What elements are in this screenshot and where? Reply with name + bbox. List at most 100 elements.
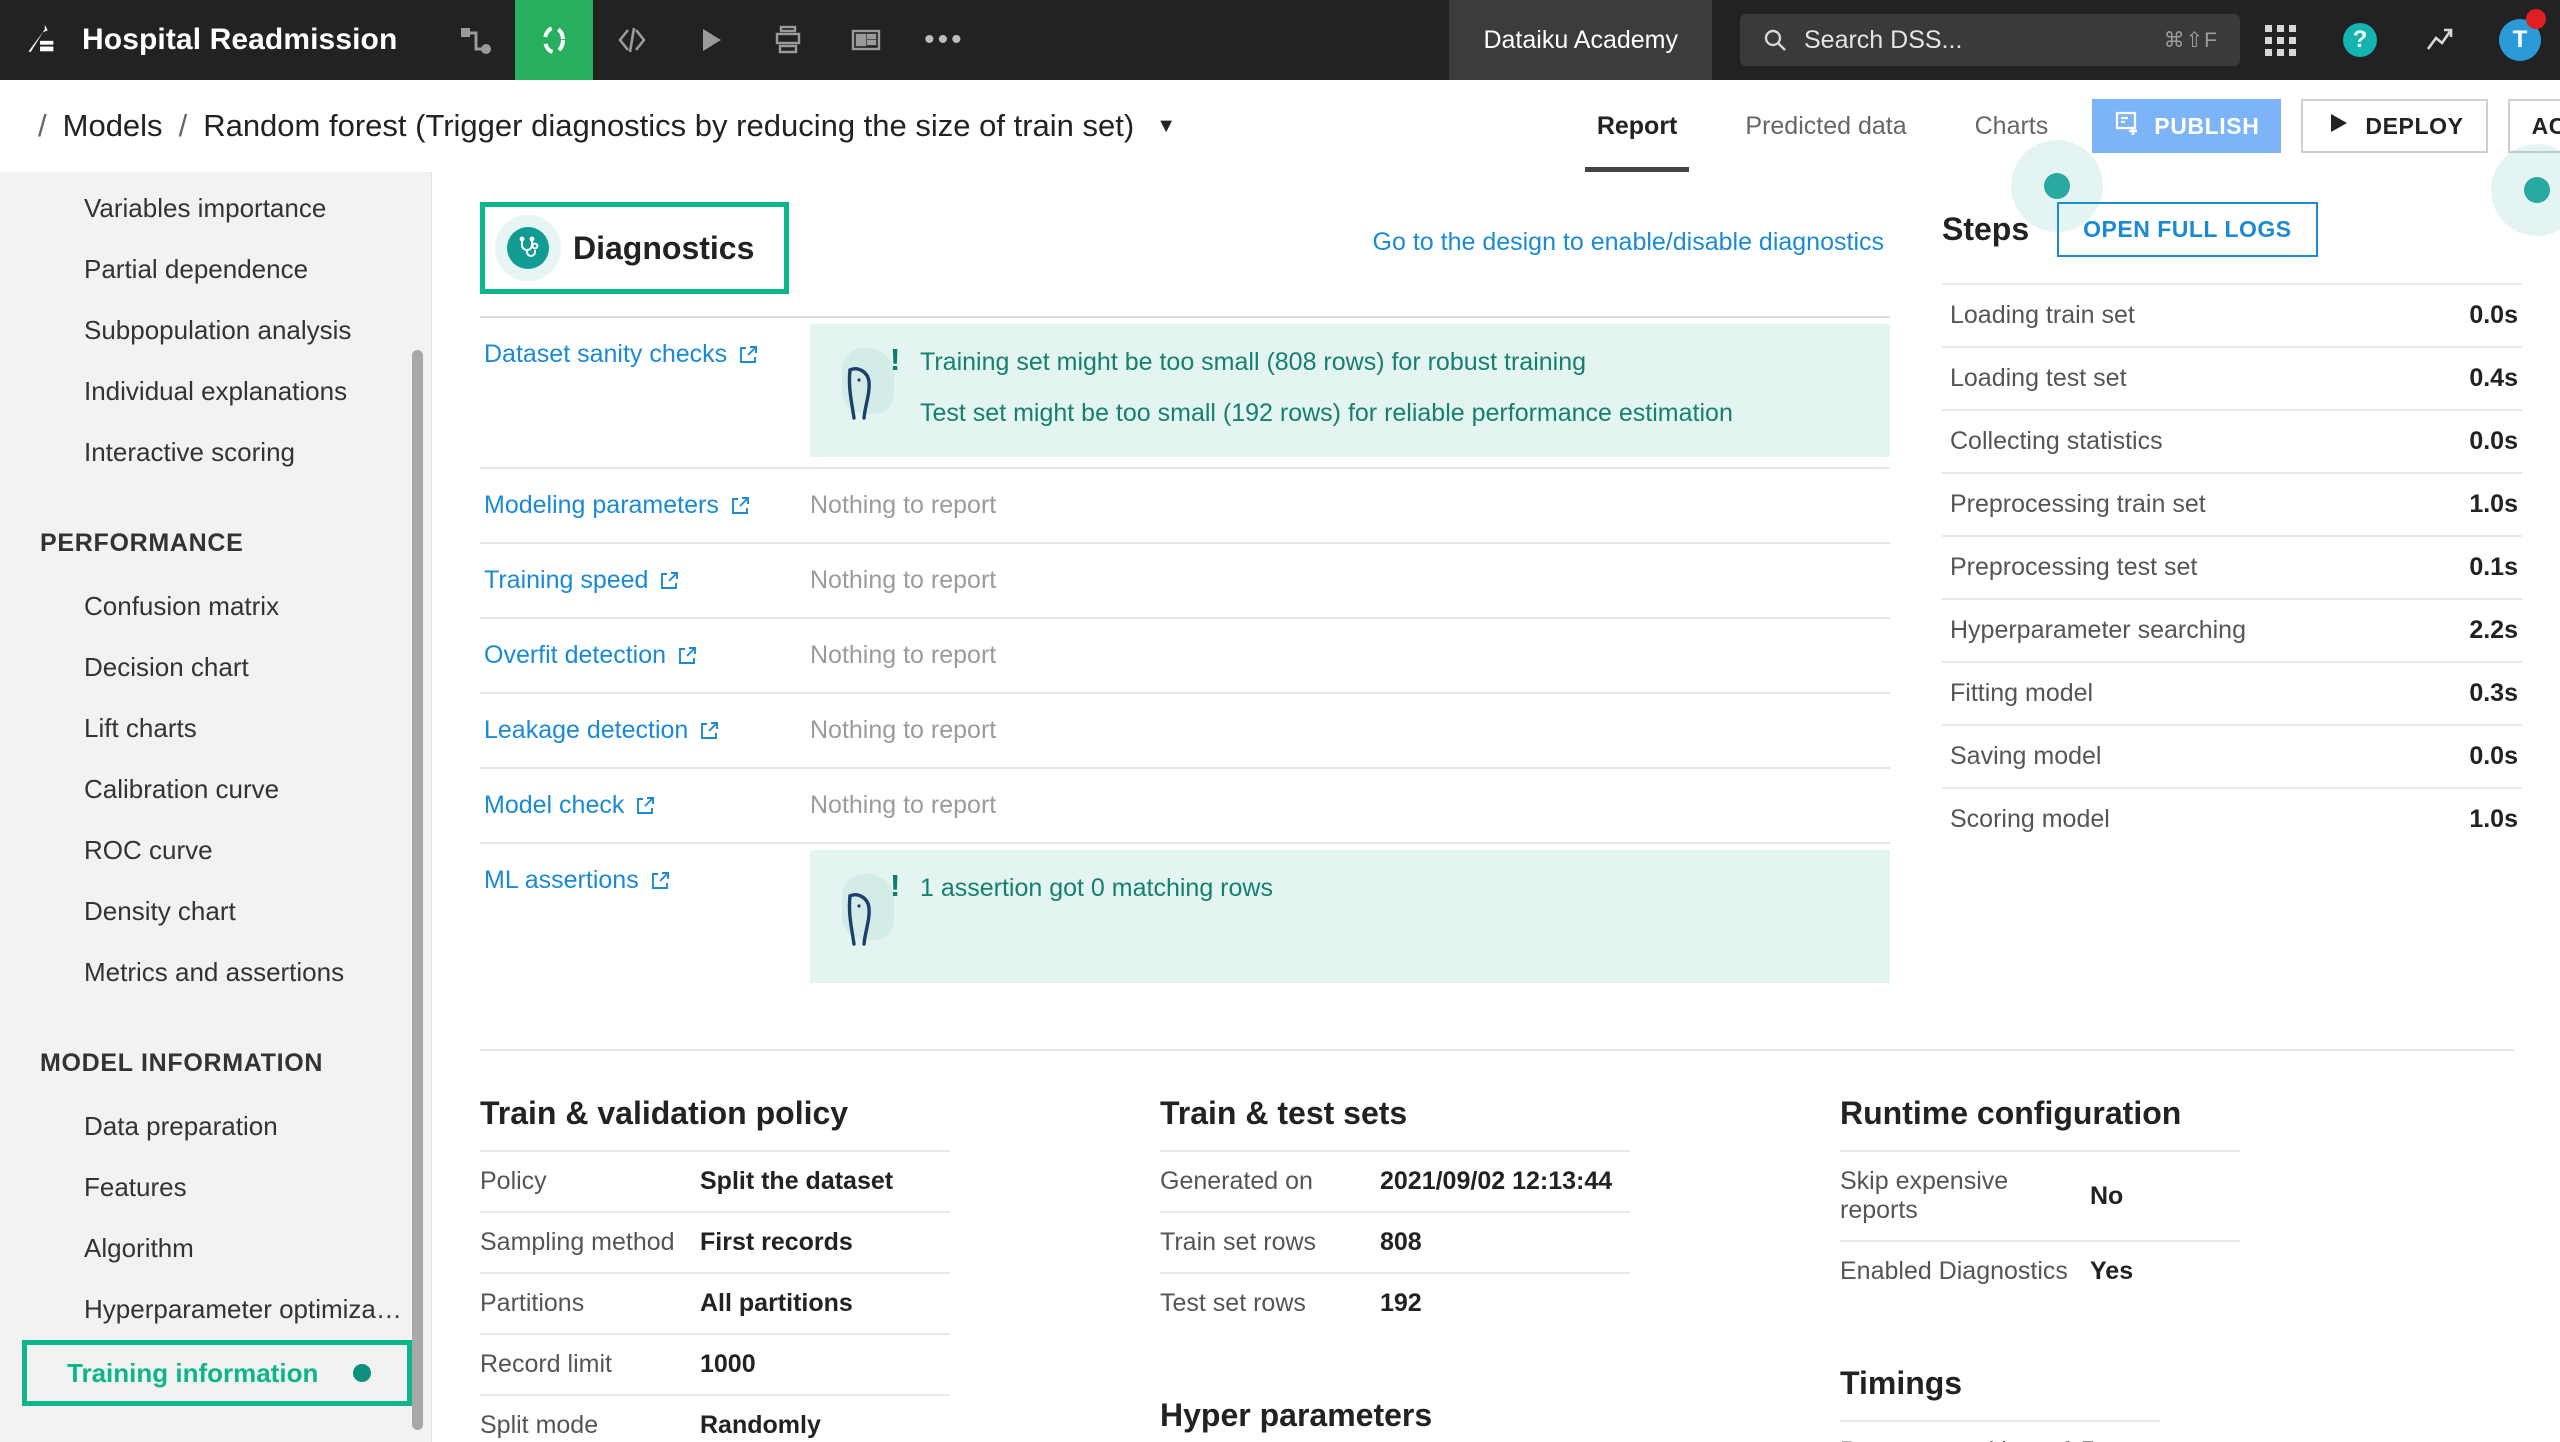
diagnostics-value: Nothing to report <box>810 469 1890 542</box>
row-key: Generated on <box>1160 1167 1380 1196</box>
step-name: Collecting statistics <box>1950 427 2163 456</box>
nav-dashboard-icon[interactable] <box>827 0 905 80</box>
step-duration: 0.0s <box>2469 742 2518 771</box>
nav-code-icon[interactable] <box>593 0 671 80</box>
page-header: / Models / Random forest (Trigger diagno… <box>0 80 2560 172</box>
sidebar-item-partial-dependence[interactable]: Partial dependence <box>0 239 432 300</box>
apps-grid-icon[interactable] <box>2240 0 2320 80</box>
sidebar-item-confusion-matrix[interactable]: Confusion matrix <box>0 576 432 637</box>
step-name: Loading test set <box>1950 364 2127 393</box>
diagnostics-panel: Diagnostics Go to the design to enable/d… <box>480 202 1890 993</box>
sidebar-item-interactive-scoring[interactable]: Interactive scoring <box>0 422 432 483</box>
table-row: Generated on2021/09/02 12:13:44 <box>1160 1150 1630 1211</box>
deploy-label: DEPLOY <box>2365 113 2463 140</box>
diagnostics-link-model-check[interactable]: Model check <box>480 769 810 842</box>
dataiku-bird-logo-icon <box>22 19 60 62</box>
trend-arrow-icon[interactable] <box>2400 0 2480 80</box>
table-row: Preprocessed in1.5s <box>1840 1420 2160 1442</box>
timings-table: Preprocessed in1.5s Trained in3.6s <box>1840 1420 2160 1442</box>
open-full-logs-button[interactable]: OPEN FULL LOGS <box>2057 202 2317 257</box>
project-title[interactable]: Hospital Readmission <box>82 0 437 80</box>
step-name: Scoring model <box>1950 805 2110 834</box>
chevron-down-icon[interactable]: ▼ <box>1156 116 1176 136</box>
nav-jobs-run-icon[interactable] <box>671 0 749 80</box>
publish-label: PUBLISH <box>2154 113 2259 140</box>
help-question-icon[interactable]: ? <box>2320 0 2400 80</box>
external-link-icon <box>676 641 698 667</box>
search-shortcut-label: ⌘⇧F <box>2164 28 2218 53</box>
sidebar-scrollbar[interactable] <box>412 350 423 1430</box>
nav-flow-icon[interactable] <box>437 0 515 80</box>
sidebar-item-decision-chart[interactable]: Decision chart <box>0 637 432 698</box>
step-duration: 0.0s <box>2469 301 2518 330</box>
search-icon <box>1762 27 1788 53</box>
top-navigation-bar: Hospital Readmission ••• Dataiku Academy… <box>0 0 2560 80</box>
runtime-configuration-title: Runtime configuration <box>1840 1095 2502 1132</box>
sidebar-item-data-preparation[interactable]: Data preparation <box>0 1096 432 1157</box>
user-avatar[interactable]: T <box>2480 0 2560 80</box>
sidebar-item-roc-curve[interactable]: ROC curve <box>0 820 432 881</box>
diagnostics-label: Leakage detection <box>484 716 688 745</box>
diagnostics-value: Nothing to report <box>810 619 1890 692</box>
sidebar-item-variables-importance[interactable]: Variables importance <box>0 178 432 239</box>
diagnostics-link-overfit-detection[interactable]: Overfit detection <box>480 619 810 692</box>
diagnostics-link-ml-assertions[interactable]: ML assertions <box>480 844 810 993</box>
row-value: Randomly <box>700 1411 821 1440</box>
sidebar-item-features[interactable]: Features <box>0 1157 432 1218</box>
page-body: Variables importance Partial dependence … <box>0 172 2560 1442</box>
table-row: Enabled DiagnosticsYes <box>1840 1240 2240 1301</box>
diagnostics-title: Diagnostics <box>573 230 754 267</box>
sidebar-item-density-chart[interactable]: Density chart <box>0 881 432 942</box>
nav-datasets-stack-icon[interactable] <box>749 0 827 80</box>
row-key: Sampling method <box>480 1228 700 1257</box>
nav-lab-icon[interactable] <box>515 0 593 80</box>
diagnostics-link-training-speed[interactable]: Training speed <box>480 544 810 617</box>
page-tabs: Report Predicted data Charts <box>1563 80 2082 172</box>
dataiku-academy-link[interactable]: Dataiku Academy <box>1449 0 1712 80</box>
sidebar-item-training-information[interactable]: Training information <box>22 1340 412 1406</box>
deploy-button[interactable]: DEPLOY <box>2301 99 2487 153</box>
nav-more-ellipsis-icon[interactable]: ••• <box>905 0 983 80</box>
search-input[interactable]: Search DSS... ⌘⇧F <box>1740 14 2240 66</box>
tour-dot-charts[interactable] <box>2044 173 2070 199</box>
train-validation-policy-section: Train & validation policy PolicySplit th… <box>480 1095 1160 1442</box>
step-name: Hyperparameter searching <box>1950 616 2246 645</box>
diagnostics-design-link[interactable]: Go to the design to enable/disable diagn… <box>1373 202 1884 257</box>
tour-dot-actions[interactable] <box>2524 177 2550 203</box>
left-sidebar: Variables importance Partial dependence … <box>0 172 432 1442</box>
topbar-spacer <box>983 0 1449 80</box>
sidebar-item-individual-explanations[interactable]: Individual explanations <box>0 361 432 422</box>
breadcrumb-models-link[interactable]: Models <box>63 108 163 144</box>
tab-predicted-data[interactable]: Predicted data <box>1711 80 1940 172</box>
steps-row: Loading train set0.0s <box>1942 283 2522 346</box>
search-placeholder: Search DSS... <box>1804 26 2148 55</box>
sidebar-item-hyperparameter-optimization[interactable]: Hyperparameter optimiza… <box>0 1279 432 1340</box>
sidebar-item-algorithm[interactable]: Algorithm <box>0 1218 432 1279</box>
diagnostics-link-modeling-parameters[interactable]: Modeling parameters <box>480 469 810 542</box>
step-name: Preprocessing train set <box>1950 490 2206 519</box>
diagnostics-link-leakage-detection[interactable]: Leakage detection <box>480 694 810 767</box>
sidebar-item-metrics-and-assertions[interactable]: Metrics and assertions <box>0 942 432 1003</box>
row-value: 1000 <box>700 1350 756 1379</box>
external-link-icon <box>658 566 680 592</box>
row-key: Record limit <box>480 1350 700 1379</box>
steps-row: Loading test set0.4s <box>1942 346 2522 409</box>
sidebar-item-subpopulation-analysis[interactable]: Subpopulation analysis <box>0 300 432 361</box>
train-validation-policy-table: PolicySplit the dataset Sampling methodF… <box>480 1150 950 1442</box>
table-row: Record limit1000 <box>480 1333 950 1394</box>
play-triangle-icon <box>2325 110 2351 142</box>
runtime-configuration-section: Runtime configuration Skip expensive rep… <box>1840 1095 2502 1442</box>
row-key: Train set rows <box>1160 1228 1380 1257</box>
row-value: No <box>2090 1182 2123 1211</box>
table-row: Split modeRandomly <box>480 1394 950 1442</box>
diagnostics-alert-box: ! Training set might be too small (808 r… <box>810 324 1890 457</box>
diagnostics-alert-messages: Training set might be too small (808 row… <box>920 346 1733 428</box>
publish-button[interactable]: PUBLISH <box>2092 99 2281 153</box>
row-value: All partitions <box>700 1289 853 1318</box>
tab-report[interactable]: Report <box>1563 80 1712 172</box>
diagnostics-link-dataset-sanity-checks[interactable]: Dataset sanity checks <box>480 318 810 467</box>
dataiku-logo[interactable] <box>0 0 82 80</box>
timings-title: Timings <box>1840 1365 2502 1402</box>
sidebar-item-lift-charts[interactable]: Lift charts <box>0 698 432 759</box>
sidebar-item-calibration-curve[interactable]: Calibration curve <box>0 759 432 820</box>
